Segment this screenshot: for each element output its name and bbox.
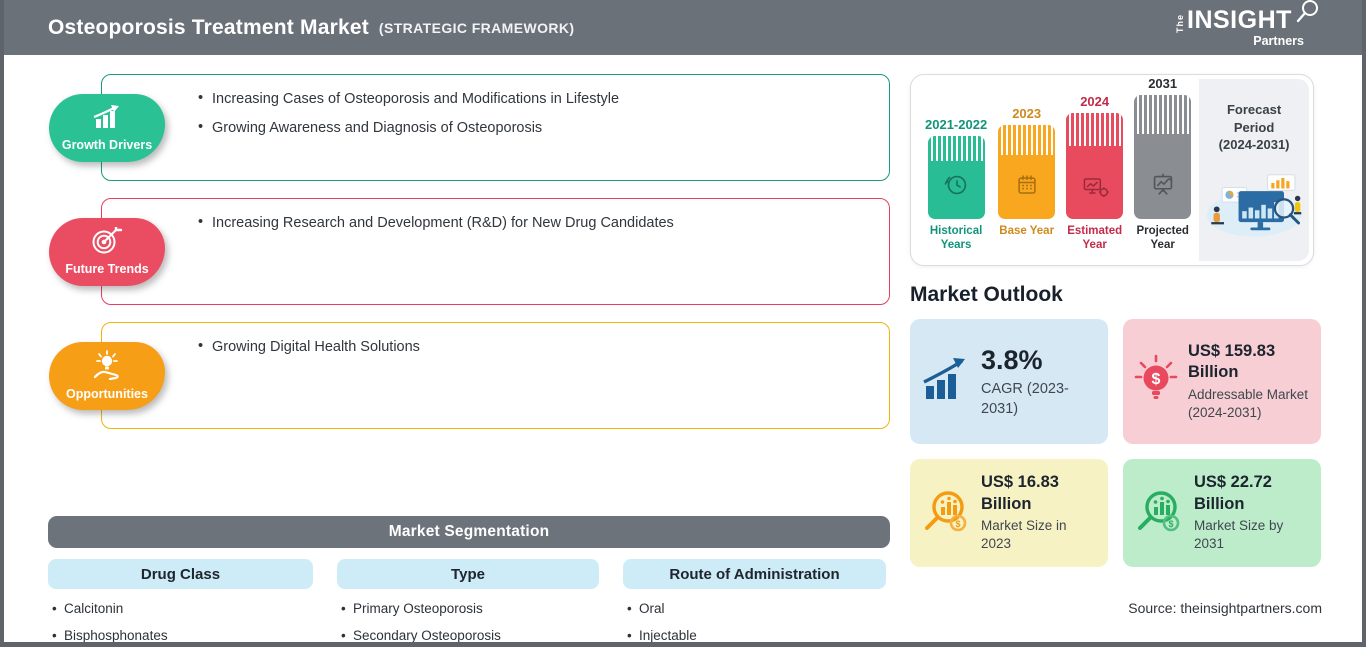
segment-item: Primary Osteoporosis: [341, 599, 599, 619]
opportunities-label: Opportunities: [66, 387, 148, 401]
bar-estimated: [1066, 113, 1124, 219]
cagr-growth-icon: [920, 356, 972, 407]
svg-text:$: $: [1152, 371, 1161, 388]
timeline-panel: 2021-2022 Historical Years 2023 Base Yea…: [910, 74, 1314, 266]
forecast-period-box: Forecast Period (2024-2031): [1199, 79, 1309, 261]
segmentation-section: Market Segmentation Drug Class Calcitoni…: [48, 516, 890, 642]
growth-drivers-label: Growth Drivers: [61, 137, 153, 152]
target-dart-icon: [90, 223, 124, 260]
segment-items: Primary Osteoporosis Secondary Osteoporo…: [337, 599, 599, 642]
right-column: 2021-2022 Historical Years 2023 Base Yea…: [910, 74, 1322, 616]
segment-column-route: Route of Administration Oral Injectable: [623, 559, 886, 642]
opportunities-box: Opportunities Growing Digital Health Sol…: [49, 322, 890, 429]
projection-board-icon: [1148, 170, 1178, 205]
timeline-bars: 2021-2022 Historical Years 2023 Base Yea…: [915, 76, 1197, 261]
future-trends-label: Future Trends: [65, 262, 149, 276]
segment-header: Drug Class: [48, 559, 313, 589]
segment-items: Calcitonin Bisphosphonates Selective Est…: [48, 599, 313, 642]
segment-item: Bisphosphonates: [52, 626, 313, 642]
addressable-market-card: $ US$ 159.83 Billion Addressable Market …: [1123, 319, 1321, 444]
market-size-2031-value: US$ 22.72 Billion: [1194, 473, 1272, 513]
segmentation-title-bar: Market Segmentation: [48, 516, 890, 548]
segment-item: Oral: [627, 599, 886, 619]
outlook-cards: 3.8% CAGR (2023-2031) $ US$ 159.83 Billi…: [910, 319, 1322, 567]
bullet-item: Increasing Cases of Osteoporosis and Mod…: [198, 90, 869, 107]
timeline-bar-projected: 2031 Projected Year: [1134, 76, 1192, 253]
calendar-icon: [1013, 172, 1041, 205]
svg-text:$: $: [1168, 519, 1173, 529]
future-trends-bullets: Increasing Research and Development (R&D…: [198, 214, 869, 231]
forecast-line-2: Period: [1233, 119, 1275, 135]
cagr-card: 3.8% CAGR (2023-2031): [910, 319, 1108, 444]
growth-drivers-box: Growth Drivers Increasing Cases of Osteo…: [49, 74, 890, 181]
logo-magnifier-icon: [1294, 0, 1320, 30]
header-bar: Osteoporosis Treatment Market (STRATEGIC…: [4, 0, 1362, 55]
logo-the-text: The: [1175, 13, 1185, 33]
history-clock-icon: [941, 170, 971, 205]
segment-column-drug-class: Drug Class Calcitonin Bisphosphonates Se…: [48, 559, 313, 642]
growth-drivers-badge: Growth Drivers: [49, 93, 165, 162]
bar-historical: [927, 136, 985, 219]
segment-header: Type: [337, 559, 599, 589]
bulb-hand-icon: [89, 350, 125, 385]
opportunities-bullets: Growing Digital Health Solutions: [198, 338, 869, 355]
framework-section: Growth Drivers Increasing Cases of Osteo…: [48, 70, 890, 429]
bar-caption: Estimated Year: [1067, 225, 1123, 251]
bar-caption: Historical Years: [929, 225, 983, 251]
addressable-market-value: US$ 159.83 Billion: [1188, 341, 1276, 382]
bar-base: [998, 125, 1056, 219]
opportunities-badge: Opportunities: [49, 341, 165, 410]
insight-partners-logo: The INSIGHT Partners: [1175, 0, 1318, 48]
market-outlook-title: Market Outlook: [910, 283, 1063, 306]
future-trends-box: Future Trends Increasing Research and De…: [49, 198, 890, 305]
estimate-chart-gear-icon: [1080, 172, 1110, 205]
page-title: Osteoporosis Treatment Market: [48, 15, 369, 39]
bar-projected: [1134, 95, 1192, 219]
bar-caption: Projected Year: [1136, 225, 1189, 251]
segment-header: Route of Administration: [623, 559, 886, 589]
svg-text:$: $: [955, 519, 960, 529]
market-size-2031-card: $ US$ 22.72 Billion Market Size by 2031: [1123, 459, 1321, 567]
market-size-2023-desc: Market Size in 2023: [981, 518, 1067, 552]
bullet-item: Increasing Research and Development (R&D…: [198, 214, 869, 231]
growth-chart-icon: [89, 104, 125, 136]
timeline-bar-historical: 2021-2022 Historical Years: [925, 117, 987, 253]
logo-partners-text: Partners: [1253, 34, 1304, 48]
magnifier-chart-orange-icon: $: [920, 487, 972, 540]
timeline-bar-base: 2023 Base Year: [998, 106, 1056, 253]
market-size-2023-value: US$ 16.83 Billion: [981, 473, 1059, 513]
market-size-2031-desc: Market Size by 2031: [1194, 518, 1284, 552]
bar-year-label: 2023: [1012, 106, 1042, 121]
bar-caption: Base Year: [999, 225, 1055, 237]
page-subtitle: (STRATEGIC FRAMEWORK): [378, 19, 575, 36]
bullet-item: Growing Awareness and Diagnosis of Osteo…: [198, 119, 869, 136]
addressable-market-desc: Addressable Market (2024-2031): [1188, 386, 1309, 420]
infographic-page: Osteoporosis Treatment Market (STRATEGIC…: [0, 0, 1366, 647]
market-size-2023-card: $ US$ 16.83 Billion Market Size in 2023: [910, 459, 1108, 567]
segment-column-type: Type Primary Osteoporosis Secondary Oste…: [337, 559, 599, 642]
growth-drivers-bullets: Increasing Cases of Osteoporosis and Mod…: [198, 90, 869, 136]
forecast-line-3: (2024-2031): [1218, 137, 1290, 153]
bar-year-label: 2021-2022: [925, 117, 988, 132]
analytics-illustration: [1204, 166, 1304, 245]
cagr-value: 3.8%: [981, 345, 1043, 376]
bulb-dollar-icon: $: [1133, 353, 1179, 410]
logo-insight-text: INSIGHT: [1187, 6, 1292, 34]
segment-item: Calcitonin: [52, 599, 313, 619]
segment-item: Injectable: [627, 626, 886, 642]
magnifier-chart-green-icon: $: [1133, 487, 1185, 540]
source-attribution: Source: theinsightpartners.com: [1128, 600, 1322, 616]
segment-item: Secondary Osteoporosis: [341, 626, 599, 642]
timeline-bar-estimated: 2024 Estimated Year: [1066, 94, 1124, 253]
bar-year-label: 2031: [1148, 76, 1178, 91]
future-trends-badge: Future Trends: [49, 217, 165, 286]
cagr-desc: CAGR (2023-2031): [981, 381, 1069, 418]
forecast-line-1: Forecast: [1226, 102, 1282, 117]
segment-items: Oral Injectable: [623, 599, 886, 642]
bar-year-label: 2024: [1080, 94, 1110, 109]
bullet-item: Growing Digital Health Solutions: [198, 338, 869, 355]
